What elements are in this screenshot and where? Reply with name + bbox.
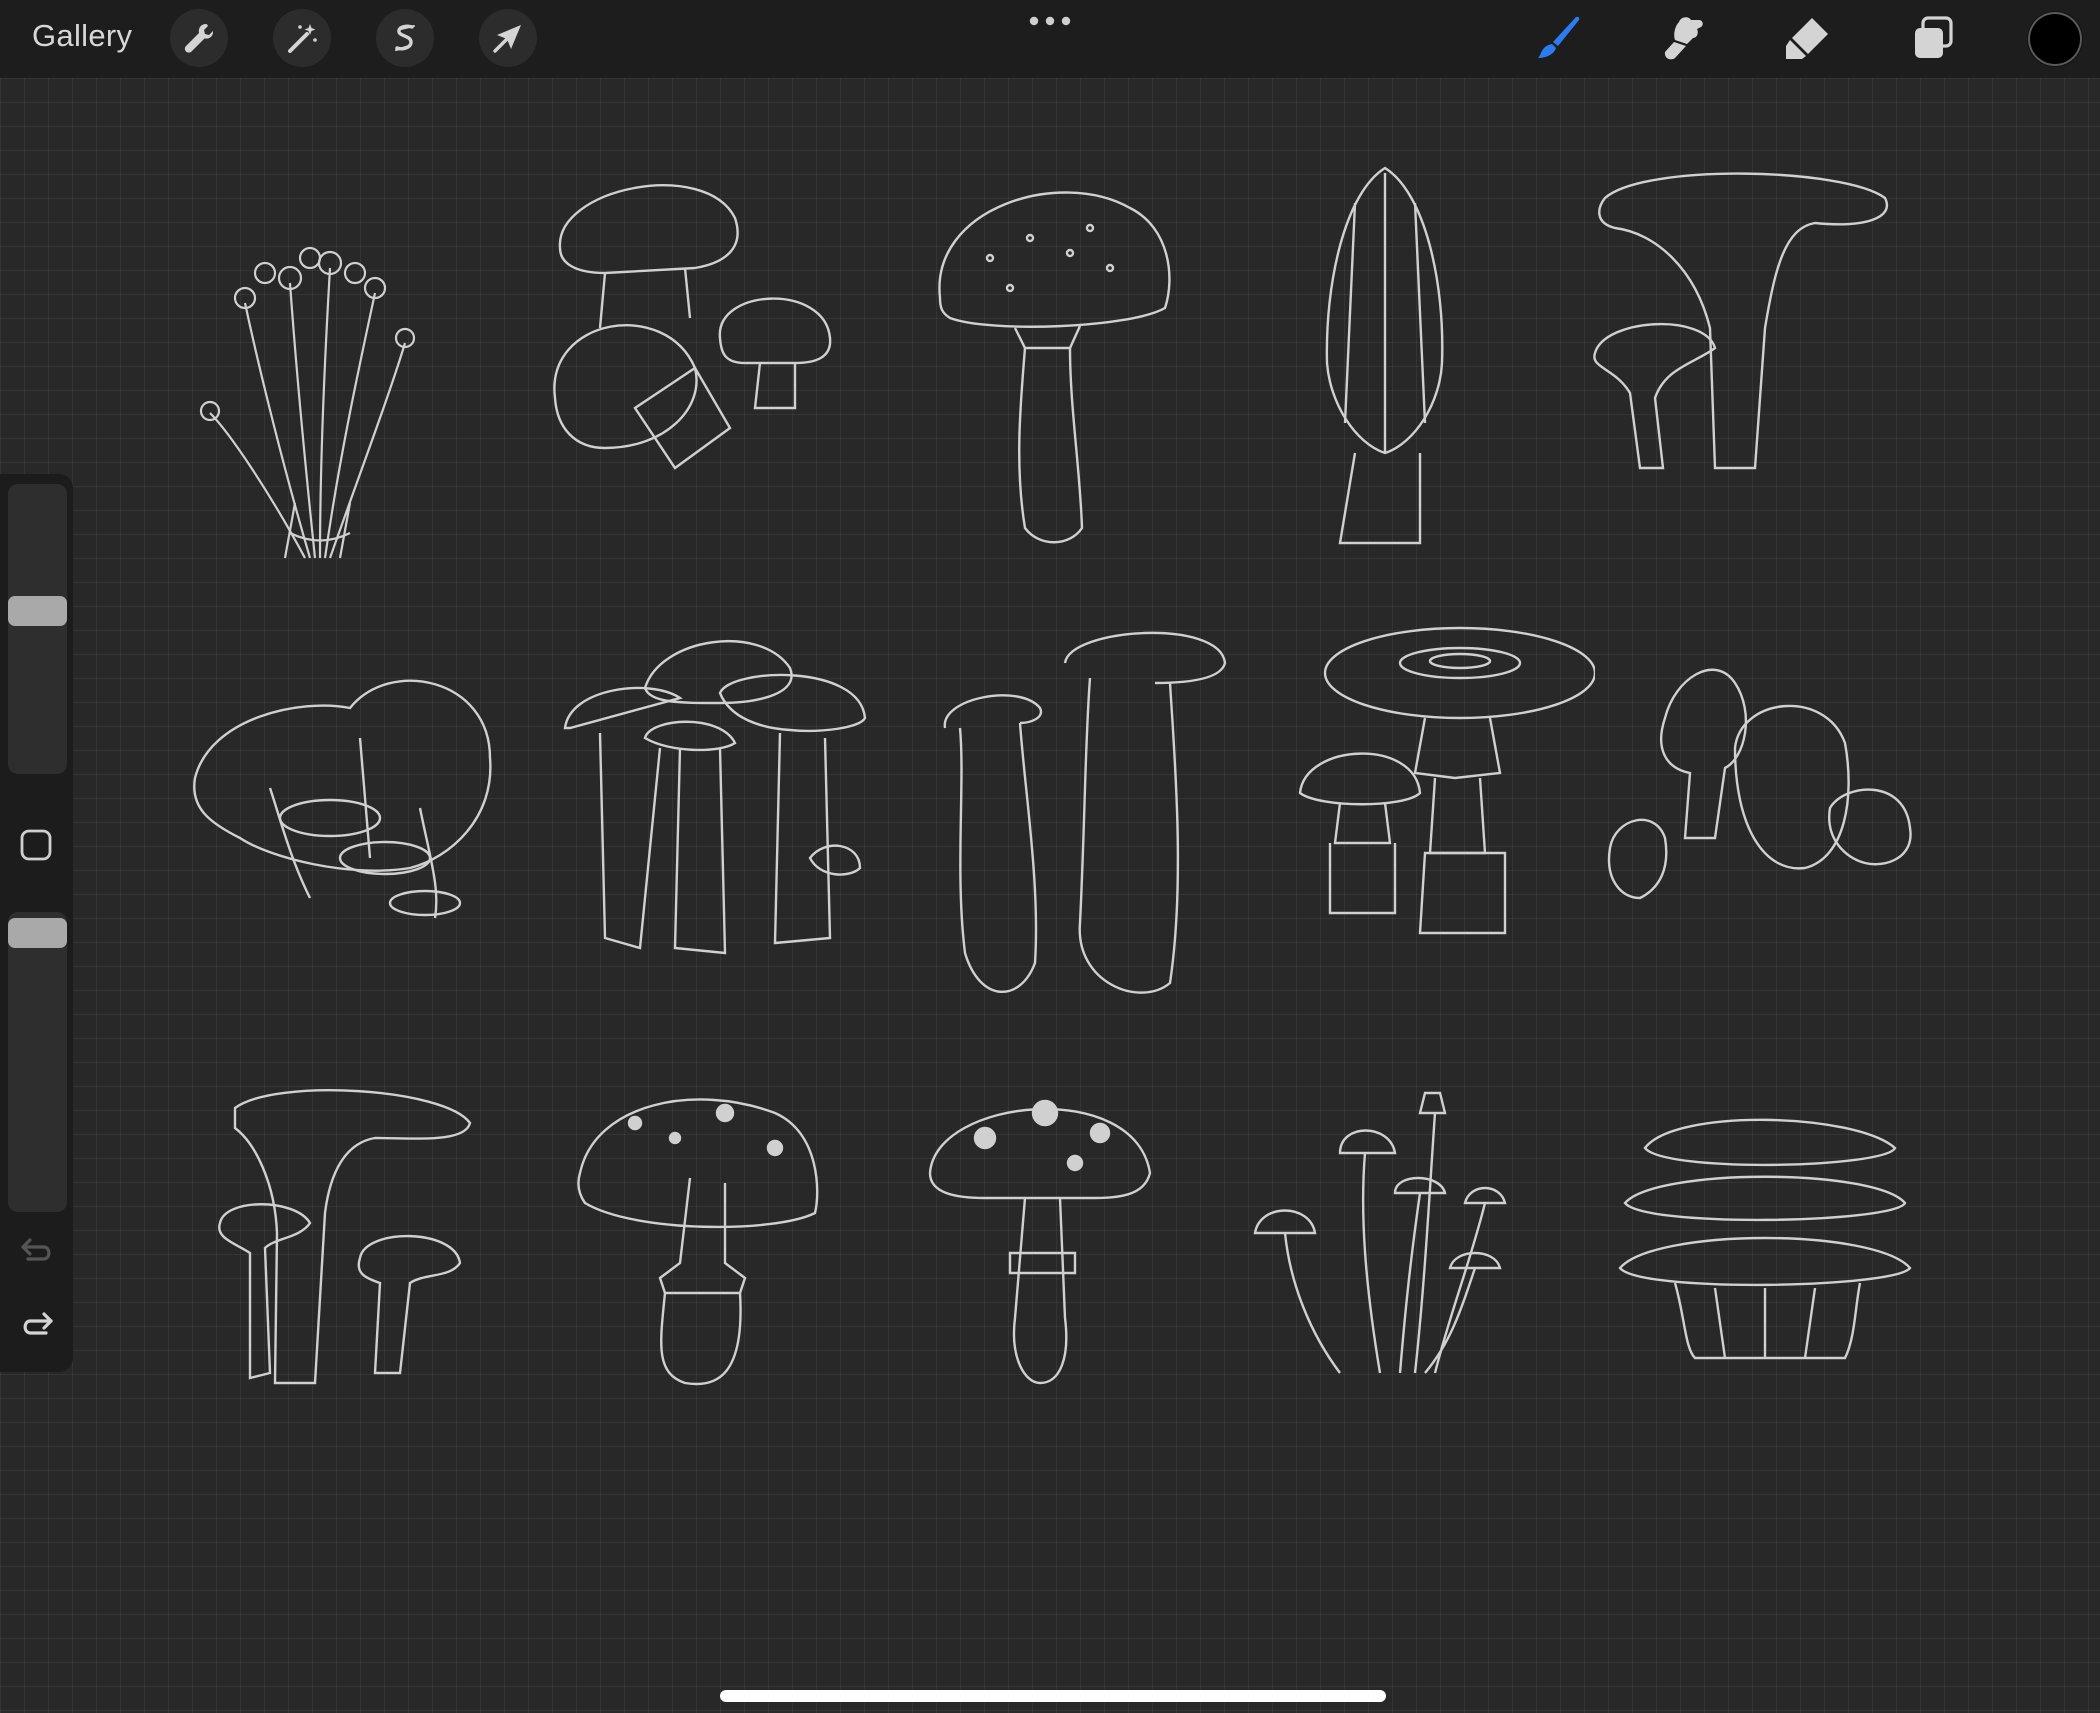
wrench-icon (182, 21, 216, 55)
artwork-honey-mushroom-cluster (560, 618, 870, 958)
artwork-speckled-cap-mushroom (930, 168, 1180, 548)
artwork-button-mushrooms (545, 168, 835, 478)
artwork-oyster-mushroom-cluster (190, 658, 500, 938)
artwork-enoki-mushroom-cluster (190, 173, 440, 563)
square-icon (19, 828, 53, 862)
selection-button[interactable] (376, 9, 434, 67)
modify-button[interactable] (19, 828, 53, 862)
actions-button[interactable] (170, 9, 228, 67)
smudge-tool-button[interactable] (1655, 10, 1711, 66)
layers-button[interactable] (1905, 10, 1961, 66)
home-indicator[interactable] (720, 1690, 1386, 1702)
artwork-puffball-cluster (1605, 658, 1915, 918)
artwork-spotted-mushroom (575, 1083, 825, 1393)
artwork-chanterelle-mushrooms (1585, 168, 1895, 488)
brush-size-slider-thumb[interactable] (8, 596, 67, 626)
color-picker-button[interactable] (2028, 12, 2082, 66)
eraser-tool-button[interactable] (1780, 10, 1836, 66)
brush-icon (1532, 12, 1584, 64)
transform-button[interactable] (479, 9, 537, 67)
magic-wand-icon (285, 21, 319, 55)
selection-icon (388, 21, 422, 55)
redo-icon (18, 1306, 56, 1344)
undo-icon (18, 1232, 56, 1270)
brush-tool-button[interactable] (1530, 10, 1586, 66)
drawing-canvas[interactable] (0, 78, 2100, 1713)
top-toolbar: Gallery (0, 0, 2100, 78)
redo-button[interactable] (18, 1306, 56, 1344)
more-options-handle[interactable] (1028, 16, 1072, 26)
smudge-icon (1657, 12, 1709, 64)
brush-size-slider[interactable] (8, 484, 67, 774)
artwork-trumpet-mushrooms (215, 1083, 475, 1403)
artwork-toadstool-mushroom (925, 1078, 1155, 1388)
eraser-icon (1782, 12, 1834, 64)
adjustments-button[interactable] (273, 9, 331, 67)
sidebar (0, 474, 73, 1372)
transform-arrow-icon (491, 21, 525, 55)
artwork-layered-oyster-mushrooms (1615, 1108, 1915, 1368)
artwork-parasol-mushrooms (1295, 613, 1595, 1003)
artwork-morel-mushroom (1315, 163, 1455, 553)
opacity-slider-thumb[interactable] (8, 918, 67, 948)
gallery-button[interactable]: Gallery (32, 18, 132, 54)
undo-button[interactable] (18, 1232, 56, 1270)
artwork-king-oyster-mushrooms (940, 623, 1230, 1013)
more-dots-icon (1028, 16, 1072, 26)
opacity-slider[interactable] (8, 912, 67, 1212)
artwork-thin-stem-mushroom-cluster (1250, 1083, 1520, 1383)
layers-icon (1907, 12, 1959, 64)
